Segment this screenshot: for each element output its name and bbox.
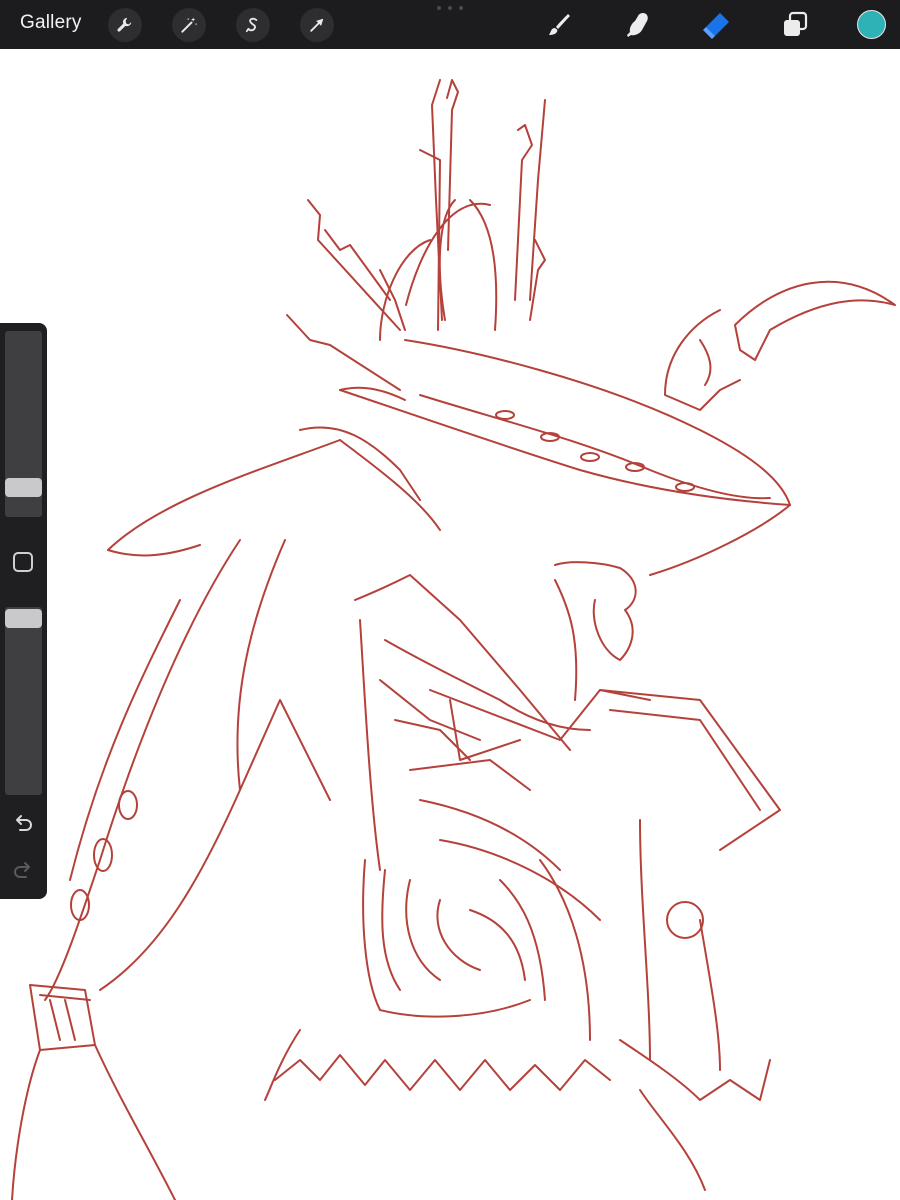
selection-button[interactable] <box>236 8 270 42</box>
top-toolbar: Gallery <box>0 0 900 49</box>
toolbar-grabber[interactable] <box>437 6 463 12</box>
selection-s-icon <box>245 17 258 33</box>
undo-icon[interactable] <box>11 811 35 835</box>
adjustments-button[interactable] <box>172 8 206 42</box>
brush-icon <box>549 14 570 35</box>
opacity-thumb[interactable] <box>5 609 42 628</box>
color-picker-button[interactable] <box>857 10 886 39</box>
brush-size-thumb[interactable] <box>5 478 42 497</box>
actions-button[interactable] <box>108 8 142 42</box>
magic-wand-icon <box>181 17 198 33</box>
opacity-slider[interactable] <box>5 607 42 795</box>
layers-button[interactable] <box>777 7 813 43</box>
left-sidebar <box>0 323 47 899</box>
redo-icon[interactable] <box>11 858 35 882</box>
wrench-icon <box>117 17 132 32</box>
gallery-button[interactable]: Gallery <box>20 12 82 34</box>
layers-icon <box>784 11 808 36</box>
smudge-tool[interactable] <box>620 7 656 43</box>
eraser-icon <box>703 13 729 39</box>
modify-button[interactable] <box>13 552 33 572</box>
eraser-tool[interactable] <box>698 7 734 43</box>
arrow-cursor-icon <box>310 18 324 32</box>
drawing-canvas[interactable] <box>0 49 900 1200</box>
smudge-finger-icon <box>627 13 648 37</box>
brush-tool[interactable] <box>541 7 577 43</box>
transform-button[interactable] <box>300 8 334 42</box>
